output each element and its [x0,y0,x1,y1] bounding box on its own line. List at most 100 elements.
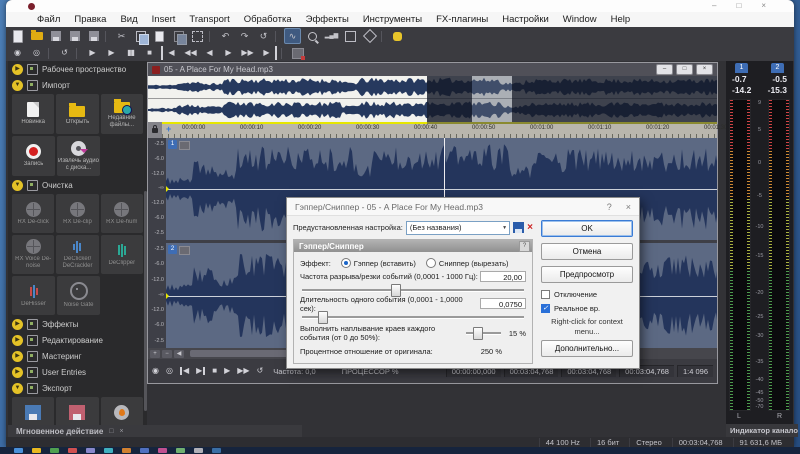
taskbar-icon[interactable] [50,448,59,453]
frequency-slider[interactable] [302,284,524,295]
meter-tab-1[interactable]: 1 [735,63,748,73]
taskbar[interactable] [0,447,800,454]
batch-tool-button[interactable] [343,29,358,43]
event-tool-button[interactable]: ∿ [284,28,301,44]
menu-item[interactable]: Transport [182,14,236,25]
taskbar-icon[interactable] [104,448,113,453]
menu-item[interactable]: Правка [67,14,113,25]
preset-dropdown[interactable]: (Без названия) ▼ [406,221,510,235]
slider-thumb[interactable] [473,327,483,340]
import-tile-new[interactable]: Новинка [12,94,54,134]
play-button[interactable]: ▶ [104,46,119,60]
taskbar-icon[interactable] [158,448,167,453]
ok-button[interactable]: OK [541,220,633,237]
zoom-in-icon[interactable]: + [150,350,160,358]
group-header[interactable]: Гэппер/Сниппер ? [294,240,532,252]
zoom-ratio[interactable]: 1:4 096 [677,365,713,377]
taskbar-icon[interactable] [32,448,41,453]
levels-tool-button[interactable]: ▂▄▆ [324,29,339,43]
footer-play-icon[interactable]: ▶ [224,367,230,375]
duration-value-input[interactable]: 0,0750 [480,298,526,309]
maximize-icon[interactable]: □ [736,2,741,10]
record-remote-button[interactable]: ◎ [29,46,44,60]
menu-item[interactable]: Эффекты [299,14,356,25]
forward-button[interactable]: ▶▶ [240,46,255,60]
duration-slider[interactable] [302,311,524,322]
save-as-button[interactable] [67,29,82,43]
cleanup-tile-dehum[interactable]: RX De-hum [101,194,143,233]
document-title-bar[interactable]: 05 - A Place For My Head.mp3 – □ × [148,63,717,76]
panel-restore-icon[interactable]: □ [109,428,113,435]
group-help-icon[interactable]: ? [519,241,530,252]
menu-item[interactable]: Настройки [495,14,556,25]
go-to-start-button[interactable]: ◀ [161,46,179,60]
repeat-button[interactable]: ↺ [256,29,271,43]
taskbar-icon[interactable] [86,448,95,453]
meters-panel-title-bar[interactable]: Индикатор каналов [726,424,798,437]
slider-thumb[interactable] [318,311,328,324]
time-ruler[interactable]: + 00:00:0000:00:1000:00:2000:00:3000:00:… [148,122,717,138]
footer-stop-icon[interactable]: ■ [212,367,217,375]
snap-icon[interactable]: + [166,124,171,134]
step-forward-button[interactable]: ▶ [221,46,236,60]
dialog-help-icon[interactable]: ? [607,202,612,212]
zoom-tool-button[interactable] [305,29,320,43]
minimize-icon[interactable]: – [712,2,716,10]
doc-restore-icon[interactable]: □ [676,64,693,75]
delete-preset-icon[interactable]: × [527,223,533,233]
step-back-button[interactable]: ◀ [202,46,217,60]
bypass-checkbox[interactable]: Отключение [541,289,633,300]
footer-record-icon[interactable]: ◉ [152,367,159,375]
footer-go-end-icon[interactable]: ▶ [196,367,205,375]
rewind-button[interactable]: ◀◀ [183,46,198,60]
cleanup-tile-noise-gate[interactable]: Noise Gate [57,276,100,315]
stop-button[interactable]: ■ [142,46,157,60]
save-all-button[interactable] [86,29,101,43]
sidebar-section-effects[interactable]: ▶ Эффекты [8,316,147,332]
footer-scrub-icon[interactable]: ▶▶ [237,367,249,375]
loop-region-bar[interactable] [148,122,427,124]
radio-snipper[interactable]: Сниппер (вырезать) [426,258,509,268]
export-tile-save[interactable] [12,397,54,425]
cancel-button[interactable]: Отмена [541,243,633,260]
export-tile-burn-cd[interactable] [101,397,143,425]
meter-bars[interactable]: 950-5-10-15-20-25-30-35-40-45-50-70 [726,99,793,411]
cut-button[interactable]: ✂ [114,29,129,43]
taskbar-icon[interactable] [14,448,23,453]
sidebar-section-cleanup[interactable]: ▼ Очистка [8,177,147,193]
scrub-tool-button[interactable] [362,29,377,43]
zoom-out-icon[interactable]: − [162,350,172,358]
taskbar-icon[interactable] [212,448,221,453]
doc-minimize-icon[interactable]: – [656,64,673,75]
channel-1-badge[interactable]: 1 [168,140,177,149]
fade-slider[interactable] [466,327,501,338]
ruler-lock[interactable] [148,122,162,138]
doc-close-icon[interactable]: × [696,64,713,75]
sidebar-section-mastering[interactable]: ▶ Мастеринг [8,348,147,364]
channel-2-badge[interactable]: 2 [168,245,177,254]
cleanup-tile-declip[interactable]: RX De-clip [56,194,98,233]
undo-button[interactable]: ↶ [218,29,233,43]
menu-item[interactable]: Вид [113,14,144,25]
taskbar-icon[interactable] [194,448,203,453]
redo-button[interactable]: ↷ [237,29,252,43]
frequency-value-input[interactable]: 20,00 [480,271,526,282]
new-file-button[interactable] [10,29,25,43]
menu-item[interactable]: Help [604,14,638,25]
taskbar-icon[interactable] [176,448,185,453]
channel-2-minimize-icon[interactable] [179,246,190,255]
pause-button[interactable]: ▮▮ [123,46,138,60]
meter-tab-2[interactable]: 2 [771,63,784,73]
sidebar-section-import[interactable]: ▼ Импорт [8,77,147,93]
dialog-title-bar[interactable]: Гэппер/Сниппер - 05 - A Place For My Hea… [287,198,639,216]
more-options-button[interactable]: Дополнительно... [541,340,633,357]
save-preset-icon[interactable] [513,222,524,233]
loop-playback-button[interactable]: ↺ [57,46,72,60]
record-button[interactable]: ◉ [10,46,25,60]
close-icon[interactable]: × [761,2,766,10]
cleanup-tile-voice-denoise[interactable]: RX Voice De-noise [12,235,54,274]
radio-gapper[interactable]: Гэппер (вставить) [341,258,416,268]
copy-button[interactable] [133,29,148,43]
export-tile-save-as[interactable] [56,397,98,425]
marker-tool-button[interactable] [290,46,305,60]
